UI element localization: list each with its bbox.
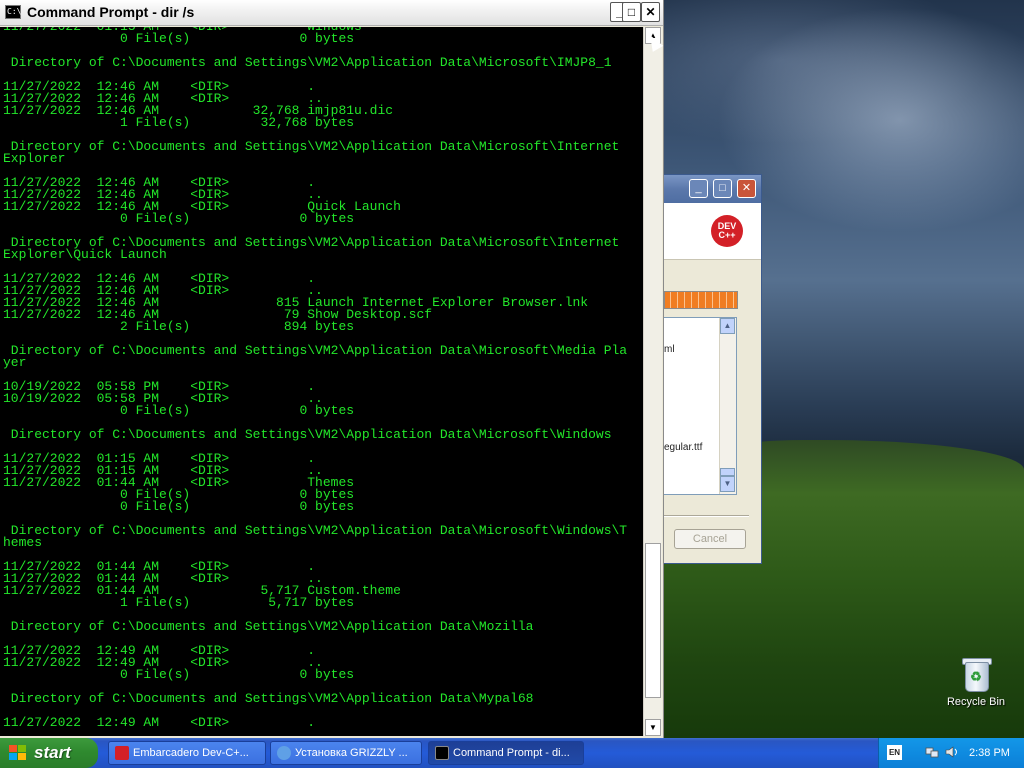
taskbar-button-label: Установка GRIZZLY ... bbox=[295, 747, 408, 759]
recycle-bin-label: Recycle Bin bbox=[946, 696, 1006, 708]
scroll-down-icon[interactable]: ▼ bbox=[720, 476, 735, 492]
taskbar: start Embarcadero Dev-C+... Установка GR… bbox=[0, 738, 1024, 768]
taskbar-button-devcpp[interactable]: Embarcadero Dev-C+... bbox=[108, 741, 266, 765]
cmd-icon bbox=[435, 746, 449, 760]
taskbar-button-cmd[interactable]: Command Prompt - di... bbox=[428, 741, 584, 765]
scroll-down-icon[interactable]: ▼ bbox=[645, 719, 661, 736]
start-button[interactable]: start bbox=[0, 738, 98, 768]
devcpp-logo-icon: DEV C++ bbox=[711, 215, 743, 247]
installer-window[interactable]: _ □ ✕ DEV C++ ml egular.ttf ▲ ▼ Cancel bbox=[664, 174, 762, 564]
recycle-bin-icon: ♻ bbox=[960, 656, 992, 692]
start-label: start bbox=[34, 743, 71, 762]
installer-header: DEV C++ bbox=[664, 203, 761, 260]
install-log-line: ml bbox=[664, 344, 675, 355]
console-text: 11/27/2022 01:15 AM <DIR> Windows 0 File… bbox=[3, 27, 628, 730]
volume-icon[interactable] bbox=[945, 746, 959, 758]
cmd-title-bar[interactable]: C:\ Command Prompt - dir /s _ □ ✕ bbox=[0, 0, 663, 26]
installer-divider bbox=[664, 515, 749, 517]
devcpp-icon bbox=[115, 746, 129, 760]
window-title: Command Prompt - dir /s bbox=[27, 4, 195, 20]
setup-icon bbox=[277, 746, 291, 760]
taskbar-button-setup[interactable]: Установка GRIZZLY ... bbox=[270, 741, 422, 765]
installer-title-bar[interactable]: _ □ ✕ bbox=[664, 175, 761, 203]
taskbar-button-label: Embarcadero Dev-C+... bbox=[133, 747, 249, 759]
recycle-bin-shortcut[interactable]: ♻ Recycle Bin bbox=[936, 656, 1016, 708]
cancel-button[interactable]: Cancel bbox=[674, 529, 746, 549]
scroll-up-icon[interactable]: ▲ bbox=[720, 318, 735, 334]
install-log-line: egular.ttf bbox=[664, 442, 703, 453]
scroll-thumb[interactable] bbox=[720, 468, 735, 476]
scroll-thumb[interactable] bbox=[645, 543, 661, 698]
installer-close-button[interactable]: ✕ bbox=[737, 179, 756, 198]
close-button[interactable]: ✕ bbox=[641, 2, 660, 22]
language-indicator[interactable]: EN bbox=[887, 745, 902, 760]
network-icon[interactable] bbox=[925, 746, 939, 758]
installer-maximize-button[interactable]: □ bbox=[713, 179, 732, 198]
install-log-list[interactable]: ml egular.ttf ▲ ▼ bbox=[664, 317, 737, 495]
install-log-scrollbar[interactable]: ▲ ▼ bbox=[719, 318, 736, 494]
maximize-button[interactable]: □ bbox=[622, 2, 641, 22]
command-prompt-window[interactable]: C:\ Command Prompt - dir /s _ □ ✕ 11/27/… bbox=[0, 0, 664, 738]
clock: 2:38 PM bbox=[969, 747, 1010, 759]
cmd-scrollbar[interactable]: ▲ ▼ bbox=[643, 27, 662, 736]
cmd-icon[interactable]: C:\ bbox=[5, 5, 21, 19]
installer-minimize-button[interactable]: _ bbox=[689, 179, 708, 198]
windows-logo-icon bbox=[9, 745, 27, 761]
taskbar-button-label: Command Prompt - di... bbox=[453, 747, 570, 759]
system-tray: EN 2:38 PM bbox=[878, 738, 1024, 768]
install-progress-bar bbox=[664, 291, 738, 309]
console-output[interactable]: 11/27/2022 01:15 AM <DIR> Windows 0 File… bbox=[0, 27, 643, 736]
